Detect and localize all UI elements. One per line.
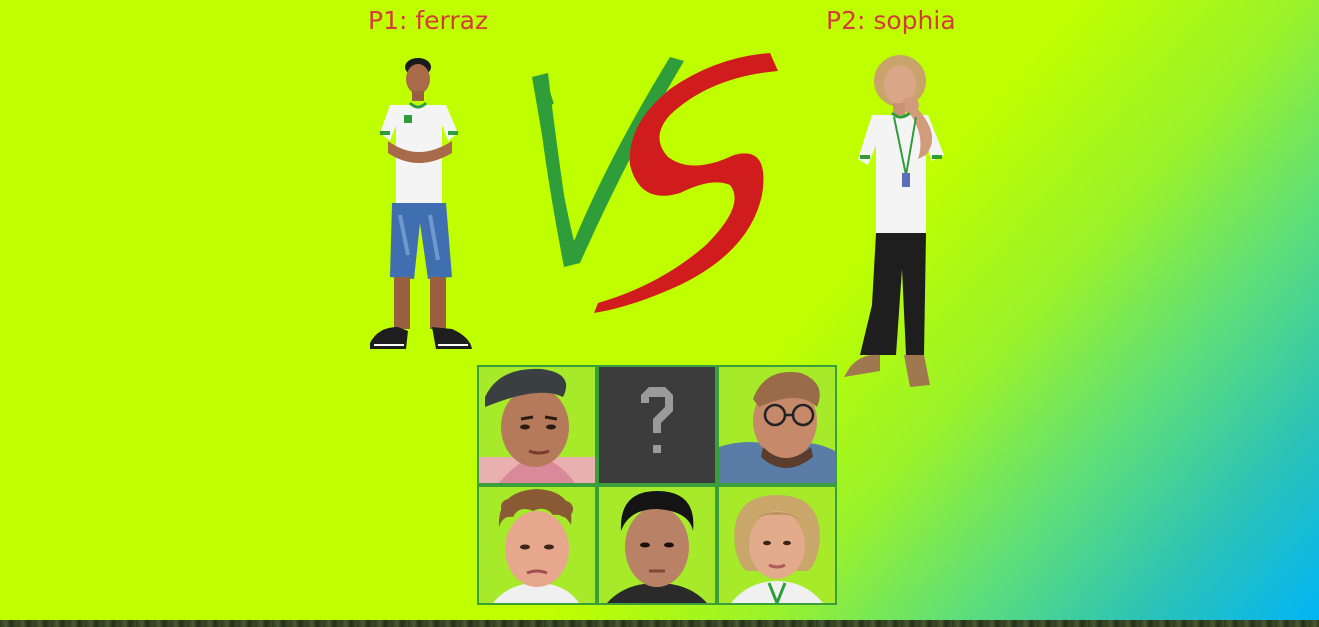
person-cap-portrait-icon	[479, 367, 595, 483]
ground-strip	[0, 620, 1319, 627]
person-blonde-portrait-icon	[719, 487, 835, 603]
p1-character-figure	[370, 58, 472, 349]
vs-logo	[532, 53, 778, 313]
p1-label: P1: ferraz	[368, 6, 489, 35]
character-slot-random[interactable]	[599, 367, 715, 483]
person-glasses-portrait-icon	[719, 367, 835, 483]
character-select-grid	[477, 365, 837, 605]
character-slot-blonde[interactable]	[719, 487, 835, 603]
question-mark-icon	[601, 369, 713, 481]
person-curly-hair-portrait-icon	[479, 487, 595, 603]
p2-character-figure	[844, 55, 944, 387]
character-slot-curly[interactable]	[479, 487, 595, 603]
p2-label: P2: sophia	[826, 6, 956, 35]
person-dark-hair-portrait-icon	[599, 487, 715, 603]
character-slot-glasses[interactable]	[719, 367, 835, 483]
character-slot-cap[interactable]	[479, 367, 595, 483]
character-slot-darkhair[interactable]	[599, 487, 715, 603]
